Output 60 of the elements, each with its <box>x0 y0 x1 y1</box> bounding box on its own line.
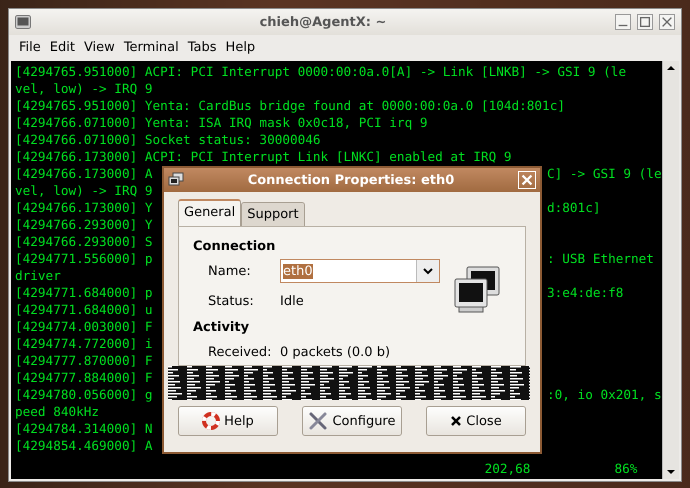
terminal-line: C] -> GSI 9 (le <box>547 165 662 182</box>
terminal-line: [4294766.293000] Y <box>15 217 152 232</box>
close-button[interactable]: Close <box>426 406 526 436</box>
scroll-percent: 86% <box>614 460 638 477</box>
maximize-icon[interactable] <box>637 14 653 30</box>
menu-item[interactable]: Tabs <box>188 38 226 56</box>
dialog-title: Connection Properties: eth0 <box>246 172 456 188</box>
terminal-line: 3:e4:de:f8 <box>547 284 624 301</box>
terminal-line: [4294766.173000] ACPI: PCI Interrupt Link [LNKC] enabled at IRQ 9 <box>15 149 512 164</box>
section-heading: Activity <box>193 320 250 335</box>
menu-item[interactable]: File <box>19 38 50 56</box>
tab[interactable]: General <box>178 199 242 226</box>
terminal-line: [4294854.469000] A <box>15 438 152 453</box>
terminal-line: [4294784.314000] N <box>15 421 152 436</box>
section-heading: Connection <box>193 239 276 254</box>
terminal-line: [4294771.684000] p <box>15 285 152 300</box>
field-label: Status: <box>208 294 255 308</box>
terminal-line: [4294780.056000] g <box>15 387 152 402</box>
terminal-line: [4294765.951000] Yenta: CardBus bridge found at 0000:00:0a.0 [104d:801c] <box>15 98 565 113</box>
help-button[interactable]: Help <box>178 406 278 436</box>
field-label: Received: <box>208 344 270 360</box>
terminal-line: :0, io 0x201, s <box>547 386 662 403</box>
scrollbar[interactable] <box>662 61 679 479</box>
tools-icon <box>308 411 328 431</box>
name-combo-box[interactable]: eth0 <box>280 259 440 283</box>
field-value: 0 packets (0.0 b) <box>280 344 390 360</box>
computer-icon <box>168 172 184 188</box>
terminal-line: [4294777.870000] F <box>15 353 152 368</box>
cursor-position: 202,68 <box>484 460 530 477</box>
terminal-line: vel, low) -> IRQ 9 <box>15 81 152 96</box>
lifebuoy-icon <box>202 412 220 430</box>
terminal-line: [4294766.071000] Socket status: 30000046 <box>15 132 321 147</box>
minimize-icon[interactable] <box>615 14 631 30</box>
terminal-line: peed 840kHz <box>15 404 100 419</box>
terminal-line: [4294771.556000] p <box>15 251 152 266</box>
field-value: Idle <box>280 294 304 308</box>
close-icon[interactable] <box>659 14 675 30</box>
configure-button[interactable]: Configure <box>302 406 402 436</box>
terminal-line: : USB Ethernet <box>547 250 654 267</box>
menu-item[interactable]: View <box>84 38 124 56</box>
terminal-line: [4294766.071000] Yenta: ISA IRQ mask 0x0c18, PCI irq 9 <box>15 115 428 130</box>
field-label: Name: <box>208 264 252 278</box>
terminal-line: [4294766.173000] A <box>15 166 152 181</box>
terminal-icon <box>15 15 31 29</box>
menu-item[interactable]: Edit <box>50 38 84 56</box>
terminal-line: d:801c] <box>547 199 600 216</box>
terminal-line: vel, low) -> IRQ 9 <box>15 183 152 198</box>
close-icon <box>450 415 462 427</box>
terminal-line: [4294777.884000] F <box>15 370 152 385</box>
menu-item[interactable]: Help <box>226 38 264 56</box>
menu-item[interactable]: Terminal <box>124 38 188 56</box>
terminal-line: driver <box>15 268 61 283</box>
terminal-line: [4294771.684000] u <box>15 302 152 317</box>
window-title: chieh@AgentX: ~ <box>258 14 388 30</box>
terminal-line: [4294766.293000] S <box>15 234 152 249</box>
tab[interactable]: Support <box>241 202 305 226</box>
terminal-line: [4294774.003000] F <box>15 319 152 334</box>
terminal-line: [4294766.173000] Y <box>15 200 152 215</box>
terminal-line: [4294774.772000] i <box>15 336 152 351</box>
terminal-line: [4294765.951000] ACPI: PCI Interrupt 0000:00:0a.0[A] -> Link [LNKB] -> GSI 9 (le <box>15 64 626 79</box>
